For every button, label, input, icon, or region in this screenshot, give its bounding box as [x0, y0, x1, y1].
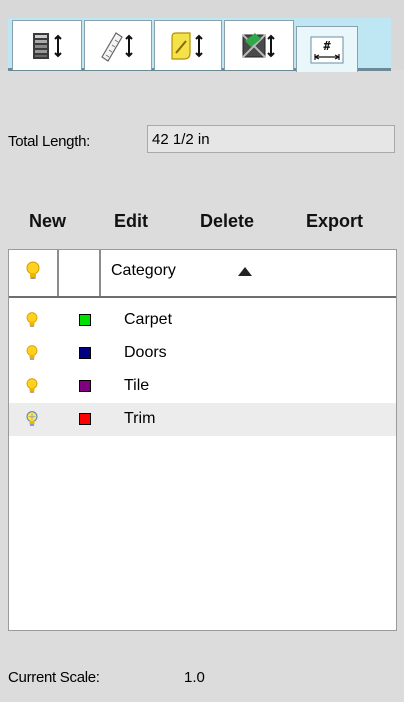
- category-name: Tile: [124, 377, 150, 394]
- layers-sort-icon: [33, 32, 62, 59]
- list-item[interactable]: Tile: [9, 370, 396, 403]
- lightbulb-selected-icon[interactable]: [23, 410, 41, 430]
- lightbulb-on-icon[interactable]: [23, 377, 41, 397]
- total-length-label: Total Length:: [8, 133, 90, 150]
- header-color[interactable]: [59, 250, 101, 296]
- current-scale-value: 1.0: [184, 669, 205, 686]
- list-item-selected[interactable]: Trim: [9, 403, 396, 436]
- delete-button[interactable]: Delete: [200, 211, 254, 232]
- new-button[interactable]: New: [29, 211, 66, 232]
- list-header: Category: [9, 250, 396, 298]
- tab-notes[interactable]: [154, 20, 222, 70]
- list-item[interactable]: Doors: [9, 337, 396, 370]
- sort-ascending-icon: [238, 267, 252, 276]
- category-name: Carpet: [124, 311, 173, 328]
- area-sort-icon: [242, 32, 275, 58]
- action-bar: New Edit Delete Export: [0, 211, 404, 241]
- measure-grid-icon: #: [310, 36, 344, 63]
- tab-measure-grid[interactable]: #: [296, 26, 358, 72]
- lightbulb-on-icon[interactable]: [23, 344, 41, 364]
- header-visibility[interactable]: [9, 250, 59, 296]
- category-name: Doors: [124, 344, 167, 361]
- lightbulb-icon: [26, 261, 40, 279]
- edit-button[interactable]: Edit: [114, 211, 148, 232]
- tab-layers[interactable]: [12, 20, 82, 70]
- ruler-sort-icon: [101, 31, 133, 62]
- color-swatch[interactable]: [79, 347, 91, 359]
- export-button[interactable]: Export: [306, 211, 363, 232]
- note-sort-icon: [171, 31, 203, 60]
- tab-area[interactable]: [224, 20, 294, 70]
- tab-ruler[interactable]: [84, 20, 152, 70]
- color-swatch[interactable]: [79, 380, 91, 392]
- list-item[interactable]: Carpet: [9, 304, 396, 337]
- header-category[interactable]: Category: [101, 250, 396, 296]
- current-scale-label: Current Scale:: [8, 669, 100, 686]
- category-list[interactable]: Category Carpet Doors Tile Trim: [8, 249, 397, 631]
- lightbulb-on-icon[interactable]: [23, 311, 41, 331]
- color-swatch[interactable]: [79, 413, 91, 425]
- category-column-label: Category: [111, 262, 176, 279]
- total-length-field[interactable]: [147, 125, 395, 153]
- svg-text:#: #: [323, 39, 331, 53]
- category-name: Trim: [124, 410, 156, 427]
- toolbar: #: [0, 0, 404, 72]
- color-swatch[interactable]: [79, 314, 91, 326]
